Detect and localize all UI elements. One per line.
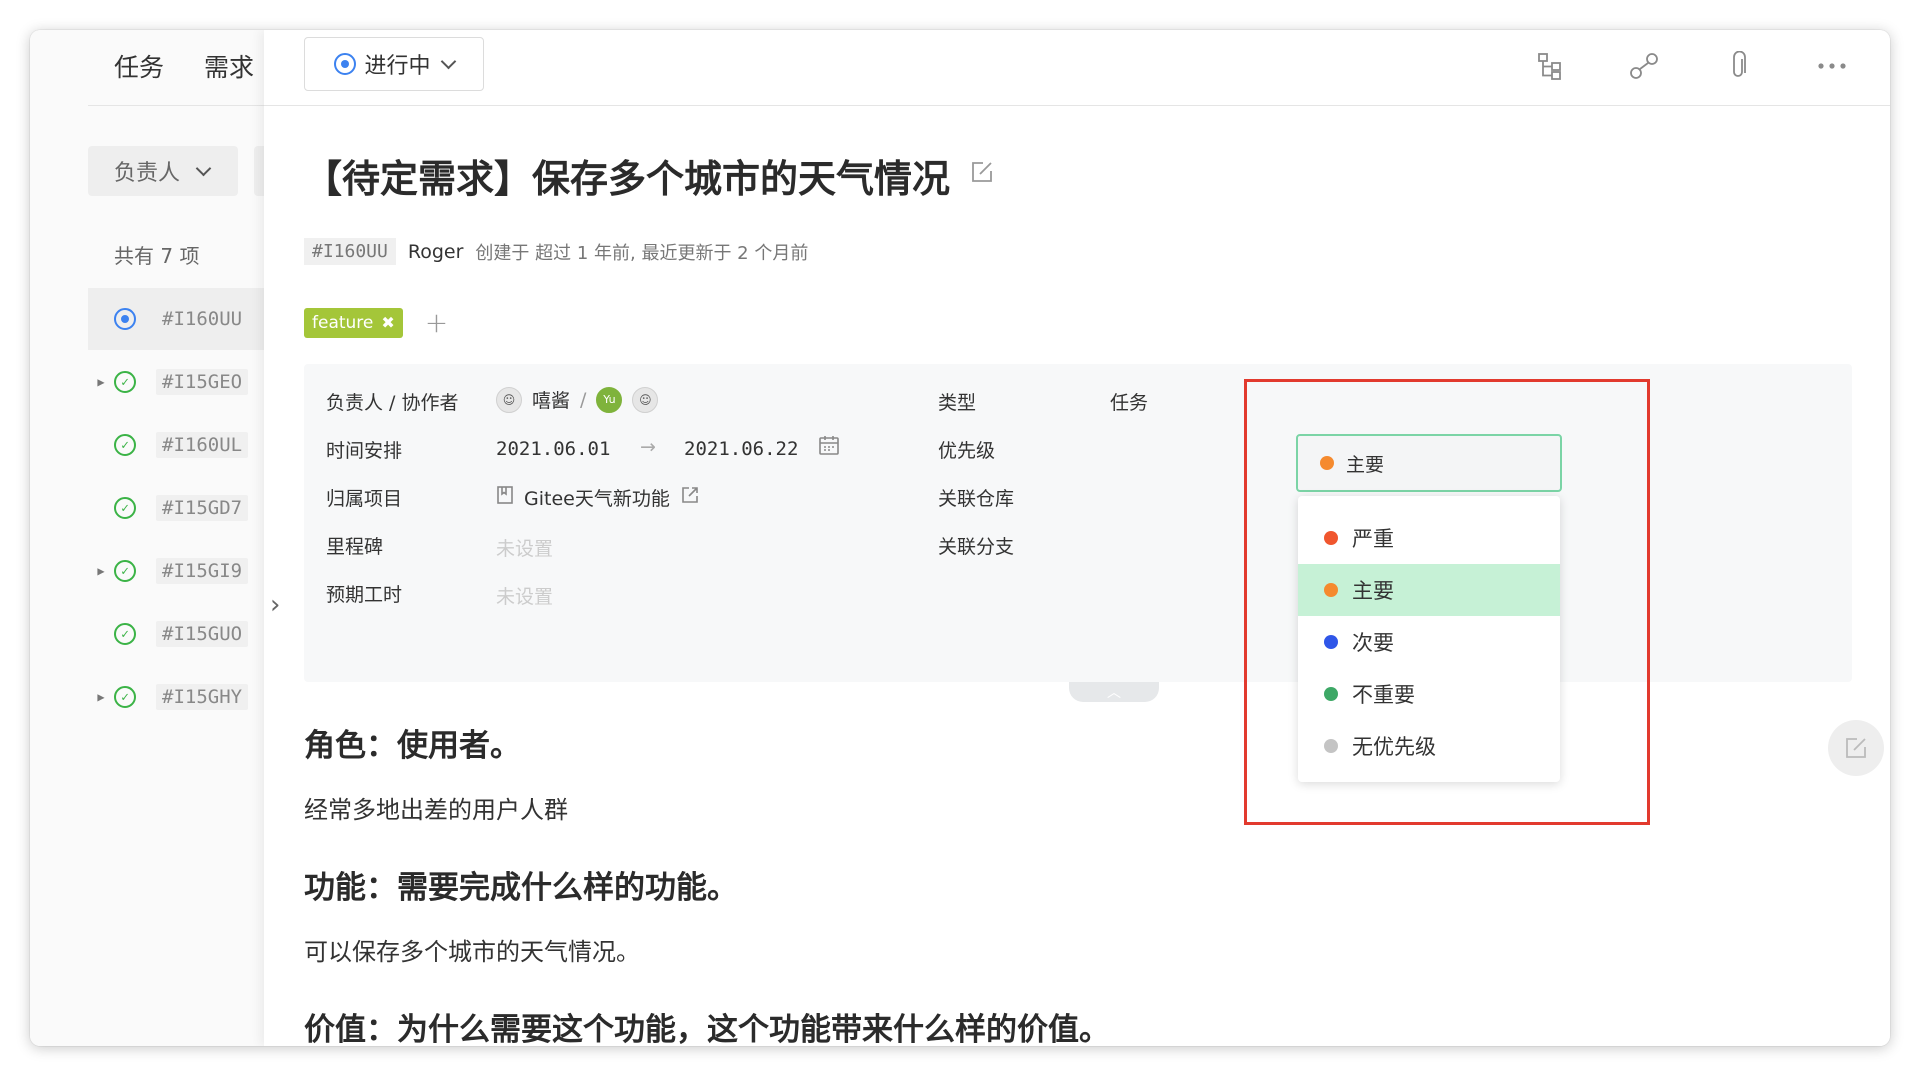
issue-id: #I160UU bbox=[162, 308, 243, 330]
avatar: Yu bbox=[596, 386, 623, 413]
chevron-down-icon bbox=[440, 53, 456, 69]
edit-icon[interactable] bbox=[970, 160, 994, 191]
collapse-fields-button[interactable]: ︿ bbox=[1069, 682, 1159, 702]
issue-title-row: 【待定需求】保存多个城市的天气情况 bbox=[304, 148, 994, 203]
list-tabs: 任务 需求 bbox=[114, 48, 254, 84]
issue-id: #I15GHY bbox=[156, 684, 249, 710]
app-window: 任务 需求 负责人 共有 7 项 #I160UU ▶ ✓ #I15GEO ✓ #… bbox=[30, 30, 1890, 1046]
annotation-highlight-box bbox=[1244, 379, 1650, 825]
list-item[interactable]: ▶ ✓ #I15GEO bbox=[88, 351, 270, 413]
status-label: 进行中 bbox=[364, 54, 431, 79]
start-date[interactable]: 2021.06.01 bbox=[496, 438, 610, 460]
list-item[interactable]: ▶ ✓ #I15GHY bbox=[88, 666, 270, 728]
assignee-name: 嘻酱 bbox=[532, 390, 571, 412]
milestone-label: 里程碑 bbox=[326, 536, 384, 558]
more-icon[interactable] bbox=[1814, 48, 1850, 84]
done-status-icon: ✓ bbox=[114, 434, 136, 456]
done-status-icon: ✓ bbox=[114, 497, 136, 519]
add-icon[interactable]: + bbox=[425, 306, 448, 339]
repo-label: 关联仓库 bbox=[938, 488, 1015, 510]
chevron-down-icon bbox=[195, 160, 212, 176]
done-status-icon: ✓ bbox=[114, 686, 136, 708]
assignee-filter-button[interactable]: 负责人 bbox=[88, 146, 238, 196]
filter-label: 负责人 bbox=[114, 161, 181, 186]
project-value[interactable]: Gitee天气新功能 bbox=[496, 484, 700, 511]
tag-row: feature ✖ + bbox=[304, 306, 448, 339]
detail-toolbar: 进行中 bbox=[264, 30, 1890, 106]
estimate-label: 预期工时 bbox=[326, 584, 403, 606]
item-count: 共有 7 项 bbox=[114, 244, 200, 268]
issue-id: #I15GEO bbox=[156, 369, 249, 395]
divider bbox=[88, 105, 270, 106]
schedule-label: 时间安排 bbox=[326, 440, 403, 462]
done-status-icon: ✓ bbox=[114, 623, 136, 645]
timestamps: 创建于 超过 1 年前, 最近更新于 2 个月前 bbox=[475, 242, 809, 264]
tag-label: feature bbox=[312, 312, 374, 333]
issue-id: #I160UL bbox=[156, 432, 249, 458]
calendar-icon[interactable] bbox=[818, 434, 840, 456]
list-item[interactable]: ✓ #I160UL bbox=[88, 414, 270, 476]
tab-tasks[interactable]: 任务 bbox=[114, 48, 164, 84]
tree-icon[interactable] bbox=[1532, 48, 1568, 84]
description-paragraph: 经常多地出差的用户人群 bbox=[304, 796, 568, 824]
tab-requirements[interactable]: 需求 bbox=[204, 48, 254, 84]
list-item[interactable]: #I160UU bbox=[88, 288, 270, 350]
description-heading: 功能：需要完成什么样的功能。 bbox=[304, 870, 738, 906]
description-heading: 价值：为什么需要这个功能，这个功能带来什么样的价值。 bbox=[304, 1012, 1110, 1046]
done-status-icon: ✓ bbox=[114, 371, 136, 393]
issue-id-badge: #I160UU bbox=[304, 238, 396, 265]
book-icon bbox=[496, 485, 514, 510]
description-paragraph: 可以保存多个城市的天气情况。 bbox=[304, 938, 640, 966]
issue-list-panel: 任务 需求 负责人 共有 7 项 #I160UU ▶ ✓ #I15GEO ✓ #… bbox=[30, 30, 274, 1046]
issue-meta: #I160UU Roger 创建于 超过 1 年前, 最近更新于 2 个月前 bbox=[304, 238, 808, 265]
assignee-label: 负责人 / 协作者 bbox=[326, 392, 459, 414]
assignee-value[interactable]: ☺ 嘻酱 / Yu ☺ bbox=[496, 386, 659, 413]
in-progress-status-icon bbox=[334, 53, 357, 75]
branch-label: 关联分支 bbox=[938, 536, 1015, 558]
expand-triangle-icon[interactable]: ▶ bbox=[88, 564, 110, 578]
project-label: 归属项目 bbox=[326, 488, 403, 510]
type-value[interactable]: 任务 bbox=[1110, 388, 1148, 415]
avatar: ☺ bbox=[496, 386, 522, 413]
estimate-value[interactable]: 未设置 bbox=[496, 582, 553, 609]
author-name[interactable]: Roger bbox=[408, 241, 464, 263]
avatar: ☺ bbox=[632, 386, 659, 413]
list-item[interactable]: ▶ ✓ #I15GI9 bbox=[88, 540, 270, 602]
end-date[interactable]: 2021.06.22 bbox=[684, 438, 798, 460]
issue-id: #I15GD7 bbox=[156, 495, 249, 521]
issue-id: #I15GI9 bbox=[156, 558, 249, 584]
date-arrow: → bbox=[640, 436, 656, 458]
external-link-icon[interactable] bbox=[680, 485, 700, 510]
separator: / bbox=[580, 388, 587, 411]
chevron-right-icon[interactable]: › bbox=[270, 590, 280, 620]
issue-title: 【待定需求】保存多个城市的天气情况 bbox=[304, 157, 951, 201]
expand-triangle-icon[interactable]: ▶ bbox=[88, 690, 110, 704]
issue-id: #I15GUO bbox=[156, 621, 249, 647]
expand-triangle-icon[interactable]: ▶ bbox=[88, 375, 110, 389]
relation-icon[interactable] bbox=[1626, 48, 1662, 84]
close-icon[interactable]: ✖ bbox=[381, 313, 394, 332]
priority-label: 优先级 bbox=[938, 440, 996, 462]
milestone-value[interactable]: 未设置 bbox=[496, 534, 553, 561]
list-item[interactable]: ✓ #I15GD7 bbox=[88, 477, 270, 539]
attachment-icon[interactable] bbox=[1720, 48, 1756, 84]
description-heading: 角色：使用者。 bbox=[304, 728, 521, 764]
in-progress-status-icon bbox=[114, 308, 136, 330]
toolbar-icons bbox=[1532, 48, 1850, 84]
project-name: Gitee天气新功能 bbox=[524, 488, 670, 510]
label-tag[interactable]: feature ✖ bbox=[304, 307, 403, 338]
status-dropdown-button[interactable]: 进行中 bbox=[304, 37, 484, 91]
done-status-icon: ✓ bbox=[114, 560, 136, 582]
edit-description-button[interactable] bbox=[1828, 720, 1884, 776]
list-item[interactable]: ✓ #I15GUO bbox=[88, 603, 270, 665]
type-label: 类型 bbox=[938, 392, 977, 414]
